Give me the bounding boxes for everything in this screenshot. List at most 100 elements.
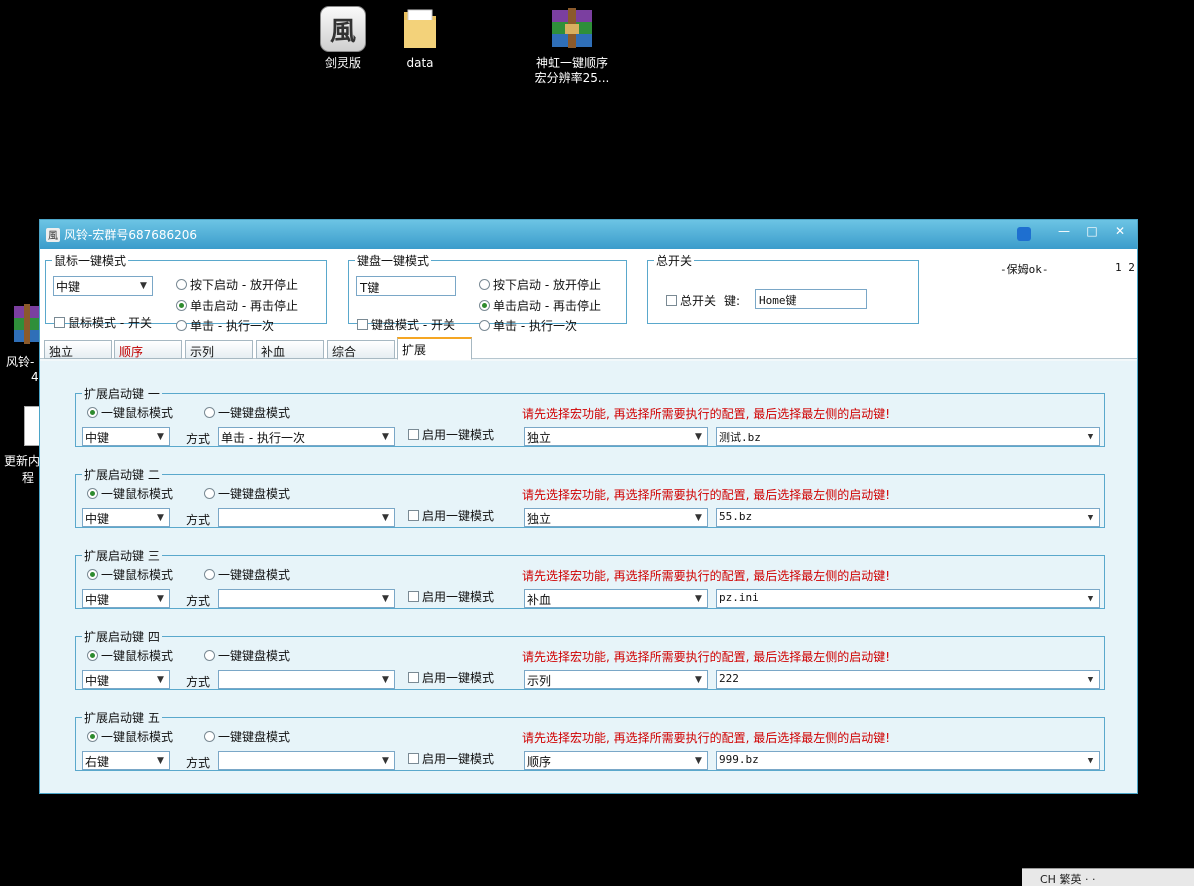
fengling-window: 風 风铃-宏群号687686206 — □ ✕ 鼠标一键模式 中键 ▼ 按下启动 …: [39, 219, 1138, 794]
mouse-option-radio[interactable]: 按下启动 - 放开停止: [176, 276, 298, 293]
keyboard-mode-radio[interactable]: 一键键盘模式: [204, 728, 290, 745]
method-label: 方式: [186, 675, 211, 689]
radio-icon: [176, 320, 187, 331]
function-select[interactable]: 独立 ▼: [524, 427, 708, 446]
desktop-icon-shenhong-archive[interactable]: 神虹一键顺序 宏分辨率25...: [522, 6, 622, 86]
checkbox-icon: [408, 753, 419, 764]
winrar-archive-icon: [549, 6, 595, 52]
chevron-down-icon: ▼: [157, 512, 164, 523]
mouse-mode-radio[interactable]: 一键鼠标模式: [87, 404, 173, 421]
master-switch-checkbox[interactable]: 总开关: [666, 292, 716, 309]
enable-one-key-checkbox[interactable]: 启用一键模式: [408, 750, 494, 767]
function-select[interactable]: 独立 ▼: [524, 508, 708, 527]
tab-kuozhan[interactable]: 扩展: [397, 337, 472, 360]
keyboard-key-input[interactable]: T键: [356, 276, 456, 296]
checkbox-icon: [54, 317, 65, 328]
keyboard-option-radio[interactable]: 按下启动 - 放开停止: [479, 276, 601, 293]
chevron-down-icon: ▼: [382, 593, 389, 604]
extension-legend: 扩展启动键 四: [84, 630, 160, 644]
checkbox-icon: [408, 591, 419, 602]
function-select[interactable]: 示列 ▼: [524, 670, 708, 689]
enable-one-key-checkbox[interactable]: 启用一键模式: [408, 669, 494, 686]
method-select[interactable]: ▼: [218, 508, 395, 527]
tab-shilie[interactable]: 示列: [185, 340, 253, 359]
mouse-mode-group: 鼠标一键模式 中键 ▼ 按下启动 - 放开停止 单击启动 - 再击停止 单击 - …: [45, 252, 327, 333]
method-select[interactable]: ▼: [218, 751, 395, 770]
config-select[interactable]: pz.ini ▼: [716, 589, 1100, 608]
method-select[interactable]: ▼: [218, 589, 395, 608]
mouse-mode-radio[interactable]: 一键鼠标模式: [87, 647, 173, 664]
config-select[interactable]: 测试.bz ▼: [716, 427, 1100, 446]
tab-zonghe[interactable]: 综合: [327, 340, 395, 359]
config-select[interactable]: 222 ▼: [716, 670, 1100, 689]
partial-icon-label: 风铃-: [6, 355, 35, 369]
enable-one-key-checkbox[interactable]: 启用一键模式: [408, 507, 494, 524]
desktop-icon-label: 神虹一键顺序 宏分辨率25...: [534, 56, 610, 85]
radio-icon: [204, 731, 215, 742]
desktop-icon-data-folder[interactable]: data: [370, 6, 470, 71]
warning-text: 请先选择宏功能, 再选择所需要执行的配置, 最后选择最左侧的启动键!: [522, 569, 891, 583]
extension-group-2: 扩展启动键 二 一键鼠标模式 一键键盘模式 中键 ▼ 方式 ▼ 启用一键模式 请先…: [75, 466, 1105, 528]
keyboard-option-radio[interactable]: 单击启动 - 再击停止: [479, 297, 601, 314]
chevron-down-icon: ▼: [382, 674, 389, 685]
key-select[interactable]: 右键 ▼: [82, 751, 170, 770]
mouse-key-select[interactable]: 中键 ▼: [53, 276, 153, 296]
keyboard-mode-radio[interactable]: 一键键盘模式: [204, 647, 290, 664]
partial-icon-label: 4: [31, 370, 39, 384]
chevron-down-icon: ▼: [1087, 593, 1094, 604]
tab-shunxu[interactable]: 顺序: [114, 340, 182, 359]
enable-one-key-checkbox[interactable]: 启用一键模式: [408, 426, 494, 443]
extension-legend: 扩展启动键 三: [84, 549, 160, 563]
language-bar[interactable]: CH 繁英 · ·: [1022, 868, 1194, 886]
skin-icon[interactable]: [1017, 227, 1031, 241]
radio-icon: [204, 569, 215, 580]
enable-one-key-checkbox[interactable]: 启用一键模式: [408, 588, 494, 605]
key-select[interactable]: 中键 ▼: [82, 427, 170, 446]
radio-icon: [479, 279, 490, 290]
function-select[interactable]: 补血 ▼: [524, 589, 708, 608]
chevron-down-icon: ▼: [382, 755, 389, 766]
mouse-option-radio[interactable]: 单击启动 - 再击停止: [176, 297, 298, 314]
checkbox-icon: [408, 672, 419, 683]
function-select[interactable]: 顺序 ▼: [524, 751, 708, 770]
chevron-down-icon: ▼: [382, 431, 389, 442]
keyboard-option-radio[interactable]: 单击 - 执行一次: [479, 317, 577, 334]
keyboard-mode-radio[interactable]: 一键键盘模式: [204, 566, 290, 583]
chevron-down-icon: ▼: [695, 593, 702, 604]
keyboard-mode-radio[interactable]: 一键键盘模式: [204, 404, 290, 421]
config-select[interactable]: 999.bz ▼: [716, 751, 1100, 770]
master-hotkey-input[interactable]: Home键: [755, 289, 867, 309]
chevron-down-icon: ▼: [1087, 755, 1094, 766]
method-select[interactable]: 单击 - 执行一次 ▼: [218, 427, 395, 446]
key-select[interactable]: 中键 ▼: [82, 670, 170, 689]
tab-buxue[interactable]: 补血: [256, 340, 324, 359]
radio-icon: [204, 650, 215, 661]
checkbox-icon: [408, 429, 419, 440]
tab-duli[interactable]: 独立: [44, 340, 112, 359]
method-label: 方式: [186, 432, 211, 446]
mouse-mode-radio[interactable]: 一键鼠标模式: [87, 728, 173, 745]
mouse-mode-radio[interactable]: 一键鼠标模式: [87, 485, 173, 502]
mouse-mode-toggle-checkbox[interactable]: 鼠标模式 - 开关: [54, 314, 152, 331]
radio-icon: [479, 320, 490, 331]
keyboard-mode-legend: 键盘一键模式: [357, 254, 430, 268]
minimize-button[interactable]: —: [1050, 220, 1078, 242]
radio-checked-icon: [87, 650, 98, 661]
config-select[interactable]: 55.bz ▼: [716, 508, 1100, 527]
key-select[interactable]: 中键 ▼: [82, 508, 170, 527]
keyboard-mode-radio[interactable]: 一键键盘模式: [204, 485, 290, 502]
key-select[interactable]: 中键 ▼: [82, 589, 170, 608]
keyboard-mode-toggle-checkbox[interactable]: 键盘模式 - 开关: [357, 316, 455, 333]
radio-checked-icon: [176, 300, 187, 311]
winrar-archive-icon[interactable]: [14, 302, 40, 349]
close-button[interactable]: ✕: [1106, 220, 1134, 242]
title-bar[interactable]: 風 风铃-宏群号687686206 — □ ✕: [40, 220, 1137, 249]
warning-text: 请先选择宏功能, 再选择所需要执行的配置, 最后选择最左侧的启动键!: [522, 488, 891, 502]
chevron-down-icon: ▼: [695, 755, 702, 766]
mouse-option-radio[interactable]: 单击 - 执行一次: [176, 317, 274, 334]
status-text: -保姆ok-: [1000, 263, 1049, 276]
mouse-mode-radio[interactable]: 一键鼠标模式: [87, 566, 173, 583]
method-select[interactable]: ▼: [218, 670, 395, 689]
maximize-button[interactable]: □: [1078, 220, 1106, 242]
document-icon[interactable]: [24, 406, 40, 446]
